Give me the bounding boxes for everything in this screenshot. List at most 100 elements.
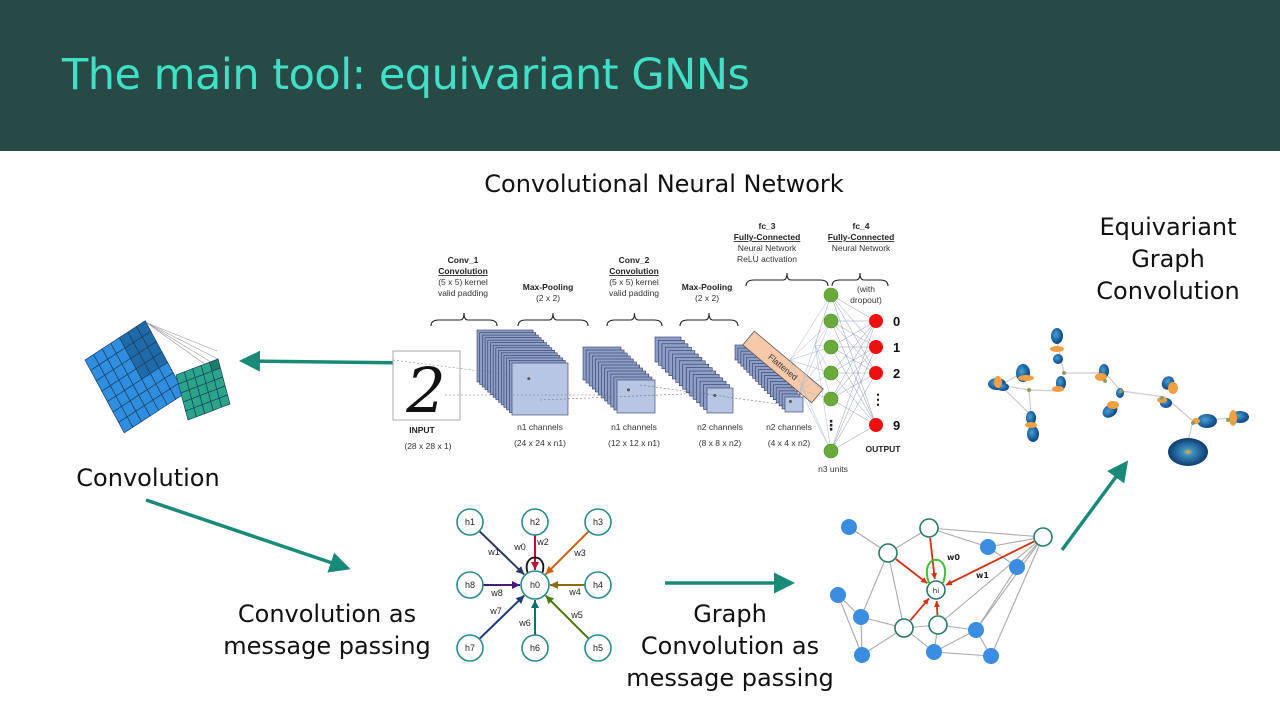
graph-node	[968, 622, 984, 638]
orbital-lobe-orange	[1229, 410, 1237, 426]
layer-brace	[679, 312, 739, 327]
pool2-label: Max-Pooling	[682, 282, 733, 292]
hidden-unit	[823, 365, 839, 381]
graph-node	[1009, 559, 1025, 575]
message-arrowhead	[512, 581, 520, 589]
output-unit	[869, 366, 883, 380]
weight-label: w3	[573, 548, 586, 558]
feature-map	[616, 379, 656, 414]
convolution-grids	[84, 320, 231, 434]
output-label-text: OUTPUT	[866, 444, 902, 454]
fc4-label: Fully-Connected	[828, 232, 895, 242]
atom	[1191, 421, 1195, 425]
orbital-lobe-orange	[1052, 386, 1064, 392]
message-arrowhead	[531, 600, 539, 608]
neighbor-node	[928, 615, 948, 635]
hidden-unit	[823, 287, 839, 303]
atom	[1062, 371, 1066, 375]
conv1-label: valid padding	[438, 288, 488, 298]
graph-node	[983, 648, 999, 664]
hidden-unit	[823, 443, 839, 459]
conv2-label: (5 x 5) kernel	[609, 277, 659, 287]
message-edge	[478, 594, 525, 640]
atom	[1027, 388, 1031, 392]
neighbor-node	[1033, 527, 1053, 547]
input-digit: 2	[405, 354, 445, 427]
orbital-disc	[1168, 438, 1208, 466]
hidden-unit	[823, 391, 839, 407]
fc4-label: fc_4	[852, 221, 869, 231]
weight-label: w1	[976, 571, 989, 580]
output-label: 2	[893, 366, 900, 381]
orbital-lobe	[1051, 328, 1063, 344]
orbital-lobe-orange	[1168, 382, 1178, 394]
atom	[1103, 379, 1107, 383]
neighbor-label: h5	[593, 643, 603, 653]
graph-edge	[928, 527, 1044, 538]
conv2-label: valid padding	[609, 288, 659, 298]
orbital-lobe-orange	[1107, 401, 1119, 409]
output-label: 1	[893, 340, 900, 355]
cnn-diagram: 2 Flattened ⋮012⋮9 Conv_1Convolution(5 x…	[392, 221, 902, 474]
weight-label: w1	[487, 547, 500, 557]
layer-brace	[517, 312, 589, 327]
weight-label: w8	[490, 588, 503, 598]
equivariant-molecule	[988, 328, 1249, 466]
weight-label: w6	[518, 618, 531, 628]
pool2-label: (2 x 2)	[695, 293, 719, 303]
receptive-point	[788, 400, 792, 403]
hidden-unit	[823, 339, 839, 355]
output-unit	[869, 340, 883, 354]
orbital-lobe-orange	[1018, 375, 1034, 381]
fc3-label: ReLU activation	[737, 254, 797, 264]
neighbor-label: h6	[530, 643, 540, 653]
output-unit	[869, 418, 883, 432]
graph-node	[830, 587, 846, 603]
input-size: (28 x 28 x 1)	[404, 441, 451, 451]
layer-channels: n2 channels	[697, 422, 743, 432]
hidden-unit	[823, 313, 839, 329]
conv1-label: (5 x 5) kernel	[438, 277, 488, 287]
neighbor-label: h2	[530, 517, 540, 527]
center-label: hi	[933, 587, 939, 595]
message-passing-diagram: h1 h2 h3 h4 h5 h6 h7 h8 h0 w0 w1 w2 w3 w4 w5 w6 w7 w8	[456, 508, 612, 662]
dropout-label: dropout)	[850, 295, 882, 305]
fc3-label: fc_3	[758, 221, 775, 231]
pool1-label: (2 x 2)	[536, 293, 560, 303]
graph-conv-diagram: hi w0 w1	[830, 518, 1053, 664]
feature-map	[784, 396, 804, 413]
layer-size: (24 x 24 x n1)	[514, 438, 566, 448]
fc-edge	[830, 372, 877, 452]
weight-label: w0	[947, 553, 960, 562]
neighbor-label: h8	[465, 580, 475, 590]
layer-brace	[745, 272, 829, 287]
arrow-to-equivariant	[1060, 460, 1129, 552]
graph-node	[926, 644, 942, 660]
input-label: INPUT	[409, 425, 435, 435]
weight-label: w5	[570, 610, 583, 620]
receptive-point	[527, 377, 531, 381]
neighbor-node	[878, 543, 898, 563]
message-arrowhead	[550, 581, 558, 589]
neighbor-node	[894, 618, 914, 638]
arrow-to-convolution	[239, 350, 419, 372]
message-edge	[478, 530, 525, 576]
diagram-canvas: 2 Flattened ⋮012⋮9 Conv_1Convolution(5 x…	[84, 221, 1249, 664]
arrow-to-message-passing	[145, 498, 351, 573]
conv2-label: Convolution	[609, 266, 659, 276]
dropout-label: (with	[857, 284, 875, 294]
output-label: ⋮	[871, 391, 885, 407]
message-arrowhead	[933, 600, 940, 608]
orbital-lobe	[1053, 354, 1063, 364]
weight-label: w2	[536, 537, 549, 547]
neighbor-label: h7	[465, 643, 475, 653]
layer-brace	[606, 312, 663, 327]
neighbor-node	[919, 518, 939, 538]
neighbor-label: h3	[593, 517, 603, 527]
layer-channels: n2 channels	[766, 422, 812, 432]
weight-label: w7	[489, 606, 502, 616]
fc3-label: Fully-Connected	[734, 232, 801, 242]
feature-map	[511, 362, 569, 416]
layer-size: (8 x 8 x n2)	[699, 438, 742, 448]
self-loop	[926, 558, 946, 584]
